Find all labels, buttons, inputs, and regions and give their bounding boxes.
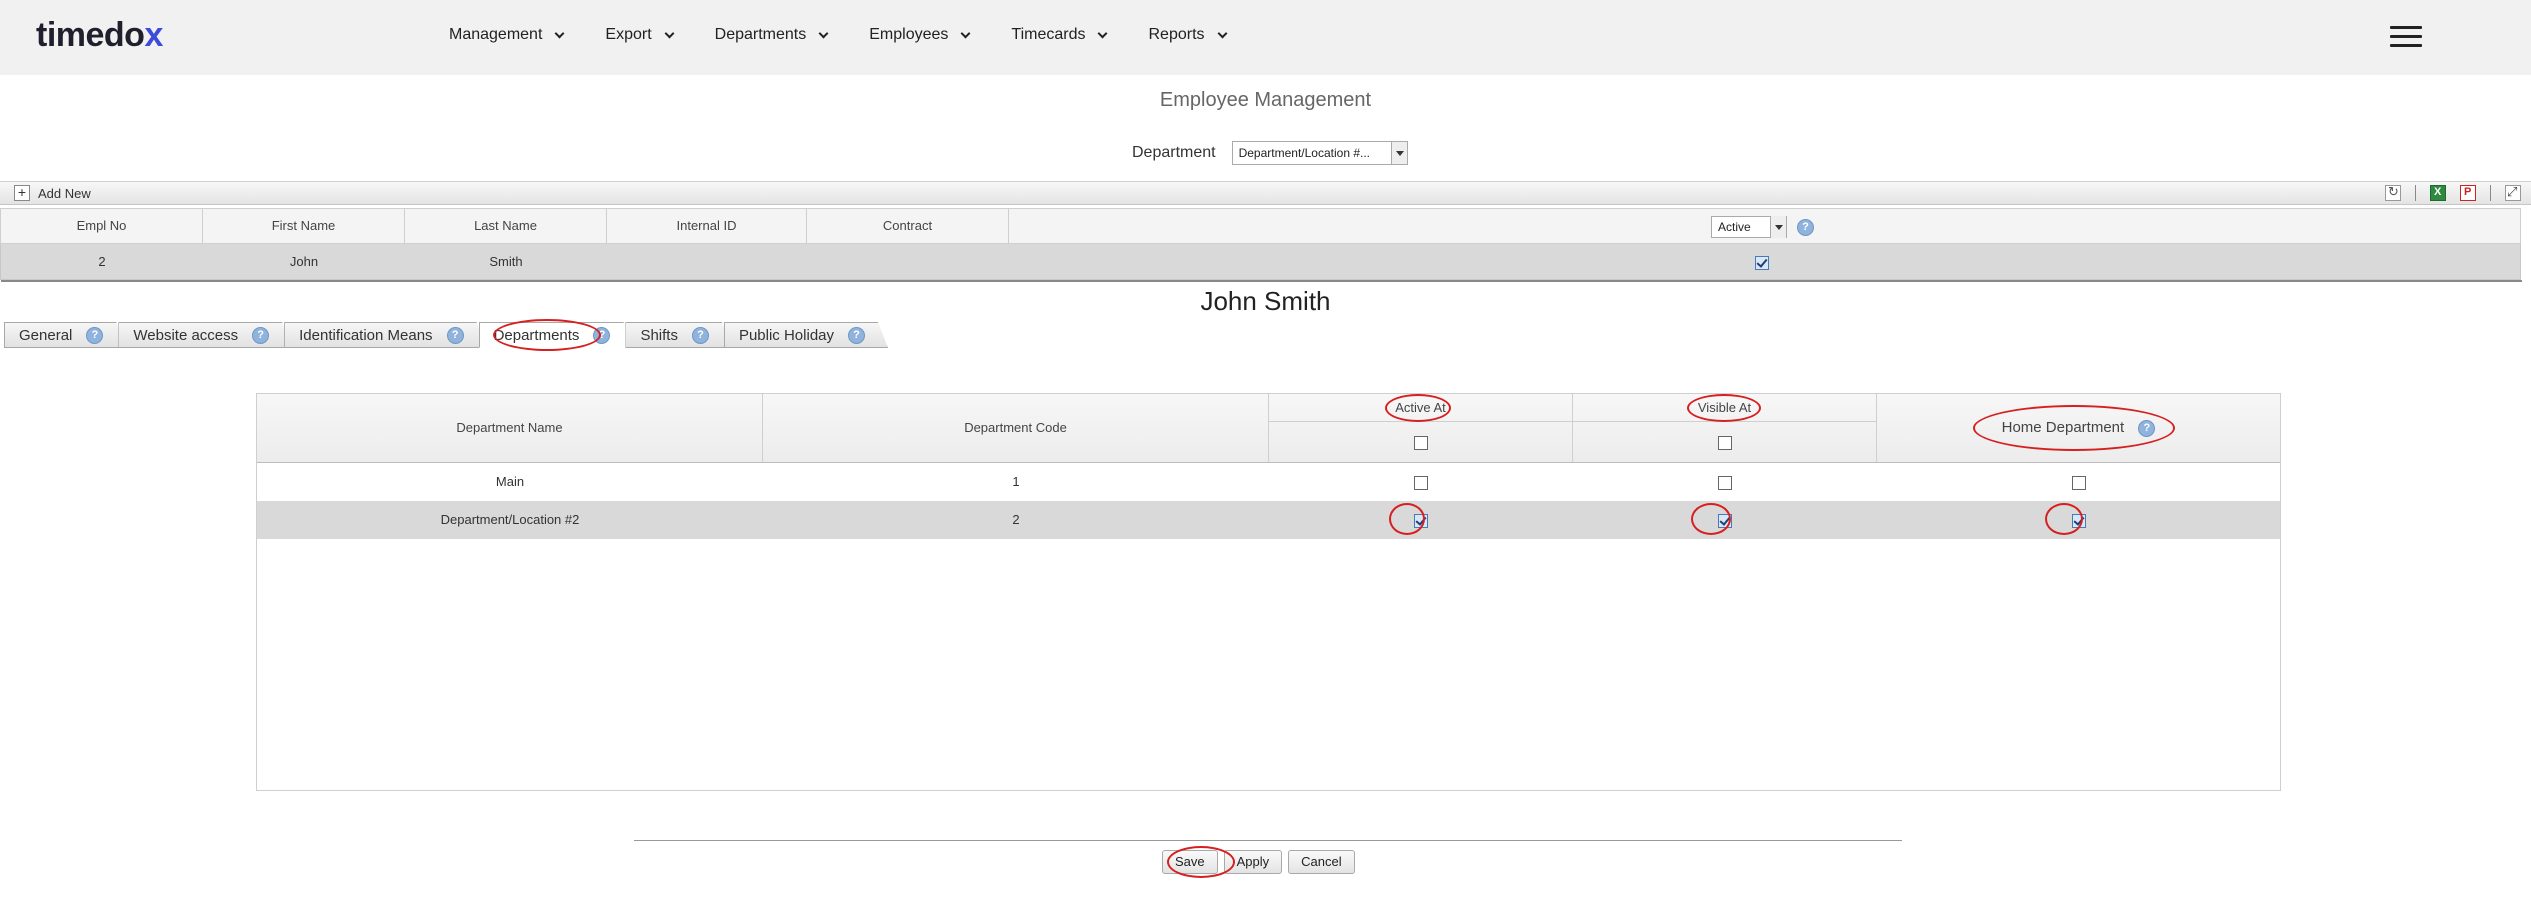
departments-table: Department Name Department Code Active A… <box>256 393 2281 791</box>
nav-management[interactable]: Management <box>449 26 565 44</box>
active-at-checkbox[interactable] <box>1414 513 1428 528</box>
help-icon[interactable]: ? <box>1797 218 1814 236</box>
chevron-down-icon <box>960 28 971 38</box>
cell-last-name: Smith <box>489 254 523 269</box>
status-filter: Active ? <box>1711 216 1814 238</box>
department-filter: Department Department/Location #... <box>1132 141 1408 165</box>
apply-button[interactable]: Apply <box>1223 850 1283 874</box>
department-select[interactable]: Department/Location #... <box>1231 141 1408 165</box>
toolbar-separator <box>2415 185 2416 201</box>
cell-contract <box>807 244 1009 279</box>
col-header-contract[interactable]: Contract <box>807 209 1009 243</box>
help-icon[interactable]: ? <box>593 327 610 344</box>
employee-grid-header: Empl No First Name Last Name Internal ID… <box>0 208 2521 244</box>
logo[interactable]: timedox <box>36 16 163 55</box>
cell-empl-no: 2 <box>98 254 106 269</box>
visible-at-checkbox[interactable] <box>1718 475 1732 490</box>
nav-employees[interactable]: Employees <box>869 26 971 44</box>
active-at-checkbox[interactable] <box>1414 475 1428 490</box>
table-row[interactable]: 2 John Smith <box>0 244 2522 282</box>
home-department-checkbox[interactable] <box>2071 513 2086 528</box>
col-header-empl-no[interactable]: Empl No <box>1 209 203 243</box>
col-header-last-name[interactable]: Last Name <box>405 209 607 243</box>
tab-departments[interactable]: Departments? <box>479 322 634 348</box>
employee-name: John Smith <box>1200 286 1331 316</box>
cell-department-code: 2 <box>1012 512 1020 527</box>
cell-internal-id <box>607 244 807 279</box>
col-header-first-name[interactable]: First Name <box>203 209 405 243</box>
top-navbar: timedox Management Export Departments Em… <box>0 0 2531 75</box>
col-header-department-code[interactable]: Department Code <box>763 394 1269 462</box>
save-button[interactable]: Save <box>1162 850 1218 874</box>
help-icon[interactable]: ? <box>2138 419 2156 437</box>
department-filter-label: Department <box>1132 144 1216 161</box>
cell-department-code: 1 <box>1012 474 1020 489</box>
footer-divider <box>634 840 1902 841</box>
chevron-down-icon <box>664 28 675 38</box>
active-checkbox[interactable] <box>1755 255 1769 270</box>
employee-tabs: General? Website access? Identification … <box>4 322 880 350</box>
cell-first-name: John <box>289 254 319 269</box>
add-new-button[interactable]: + Add New <box>14 185 91 201</box>
help-icon[interactable]: ? <box>692 327 709 344</box>
tab-public-holiday[interactable]: Public Holiday? <box>724 322 888 348</box>
dropdown-arrow-icon[interactable] <box>1390 142 1407 164</box>
cancel-button[interactable]: Cancel <box>1288 850 1355 874</box>
nav-export[interactable]: Export <box>605 26 675 44</box>
chevron-down-icon <box>1098 28 1108 38</box>
visible-at-checkbox[interactable] <box>1718 513 1732 528</box>
toolbar-icons <box>2371 184 2521 201</box>
page-title: Employee Management <box>1159 89 1372 111</box>
col-header-home-department[interactable]: Home Department ? <box>1877 394 2280 462</box>
chevron-down-icon <box>1217 28 1227 38</box>
cell-department-name: Main <box>495 474 525 489</box>
pdf-export-icon[interactable] <box>2460 185 2476 201</box>
departments-table-header: Department Name Department Code Active A… <box>257 394 2280 463</box>
toolbar-separator <box>2490 185 2491 201</box>
main-nav: Management Export Departments Employees … <box>449 26 1268 44</box>
home-department-checkbox[interactable] <box>2071 475 2086 490</box>
col-header-visible-at[interactable]: Visible At <box>1573 394 1877 422</box>
grid-toolbar: + Add New <box>0 181 2531 205</box>
col-header-active-at[interactable]: Active At <box>1269 394 1573 422</box>
visible-at-all-checkbox[interactable] <box>1717 435 1732 450</box>
chevron-down-icon <box>554 28 565 38</box>
form-actions: Save Apply Cancel <box>1162 850 1361 874</box>
tab-website-access[interactable]: Website access? <box>118 322 292 348</box>
tab-shifts[interactable]: Shifts? <box>625 322 732 348</box>
active-at-all-checkbox[interactable] <box>1413 435 1428 450</box>
table-row[interactable]: Main 1 <box>257 463 2280 501</box>
nav-departments[interactable]: Departments <box>715 26 829 44</box>
col-header-department-name[interactable]: Department Name <box>257 394 763 462</box>
table-row[interactable]: Department/Location #2 2 <box>257 501 2280 539</box>
nav-reports[interactable]: Reports <box>1148 26 1227 44</box>
tab-general[interactable]: General? <box>4 322 126 348</box>
help-icon[interactable]: ? <box>86 327 103 344</box>
chevron-down-icon <box>818 28 829 38</box>
nav-timecards[interactable]: Timecards <box>1011 26 1108 44</box>
excel-export-icon[interactable] <box>2430 185 2446 201</box>
tab-identification-means[interactable]: Identification Means? <box>284 322 486 348</box>
cell-department-name: Department/Location #2 <box>440 512 580 527</box>
status-select[interactable]: Active <box>1711 216 1787 238</box>
plus-icon: + <box>14 185 30 201</box>
help-icon[interactable]: ? <box>447 327 464 344</box>
refresh-icon[interactable] <box>2385 184 2401 201</box>
expand-icon[interactable] <box>2505 184 2521 201</box>
hamburger-menu-icon[interactable] <box>2390 26 2422 48</box>
help-icon[interactable]: ? <box>252 327 269 344</box>
dropdown-arrow-icon[interactable] <box>1770 216 1786 238</box>
help-icon[interactable]: ? <box>848 327 865 344</box>
col-header-internal-id[interactable]: Internal ID <box>607 209 807 243</box>
row-divider <box>1 280 2522 282</box>
